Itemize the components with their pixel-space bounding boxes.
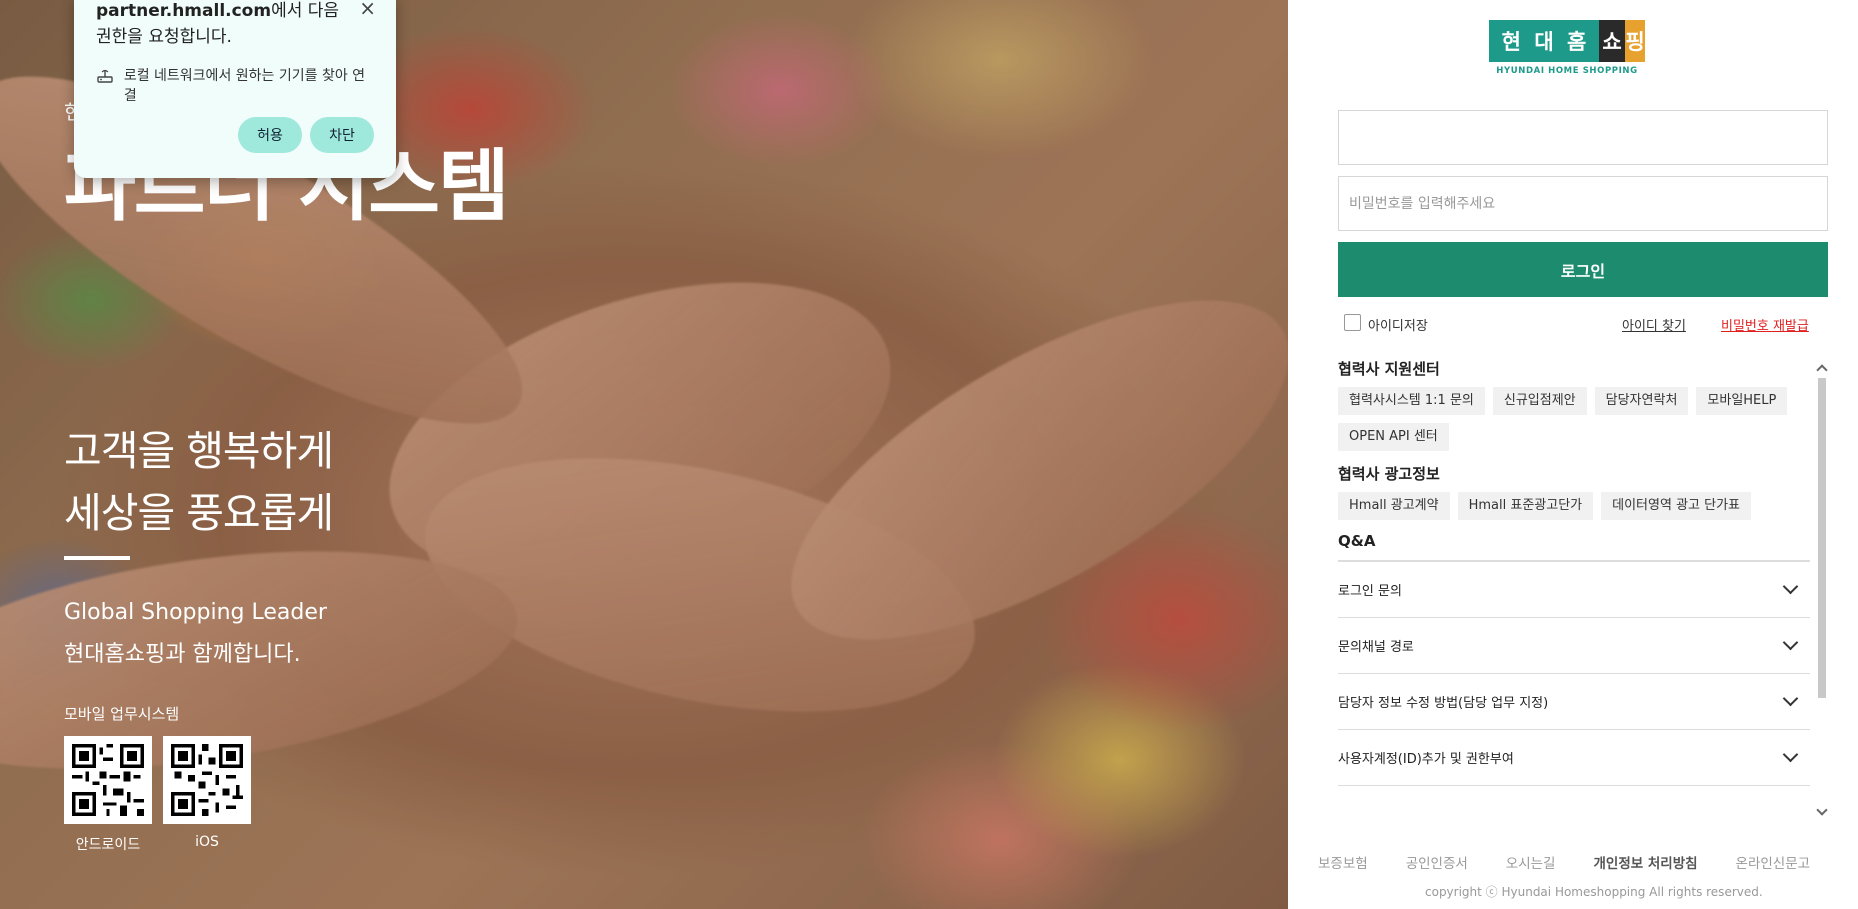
ads-tag-data-price[interactable]: 데이터영역 광고 단가표	[1601, 492, 1752, 520]
scrollbar[interactable]	[1816, 358, 1828, 818]
support-center-title: 협력사 지원센터	[1338, 360, 1440, 378]
chevron-down-icon	[1782, 746, 1799, 763]
scroll-down-icon[interactable]	[1816, 804, 1828, 816]
chevron-down-icon	[1782, 578, 1799, 595]
qa-item-label: 담당자 정보 수정 방법(담당 업무 지정)	[1338, 696, 1549, 711]
id-input[interactable]	[1338, 110, 1828, 165]
qa-item[interactable]: 로그인 문의	[1338, 562, 1810, 618]
popup-buttons: 허용 차단	[238, 117, 374, 153]
info-scroll-area[interactable]: 협력사 지원센터 협력사시스템 1:1 문의 신규입점제안 담당자연락처 모바일…	[1338, 358, 1810, 816]
slogan: 고객을 행복하게 세상을 풍요롭게	[64, 420, 334, 544]
logo-mark: 현 대 홈 쇼 핑	[1489, 20, 1645, 62]
permission-text: 로컬 네트워크에서 원하는 기기를 찾아 연결	[123, 68, 366, 104]
logo-green-part: 현 대 홈	[1489, 20, 1599, 62]
popup-domain: partner.hmall.com	[96, 1, 272, 21]
ads-tags: Hmall 광고계약 Hmall 표준광고단가 데이터영역 광고 단가표	[1338, 492, 1810, 520]
footer-link-report[interactable]: 온라인신문고	[1736, 852, 1811, 872]
reset-password-link[interactable]: 비밀번호 재발급	[1721, 315, 1809, 334]
support-tag-contacts[interactable]: 담당자연락처	[1594, 387, 1689, 415]
footer-link-guarantee[interactable]: 보증보험	[1318, 852, 1368, 872]
qr-ios[interactable]: iOS	[163, 736, 251, 850]
chevron-down-icon	[1782, 690, 1799, 707]
scrollbar-thumb[interactable]	[1818, 378, 1826, 698]
logo-char: 핑	[1625, 30, 1645, 54]
ads-tag-contract[interactable]: Hmall 광고계약	[1338, 492, 1450, 520]
footer-links: 보증보험 공인인증서 오시는길 개인정보 처리방침 온라인신문고	[1318, 852, 1848, 872]
qa-item-label: 사용자계정(ID)추가 및 권한부여	[1338, 752, 1514, 767]
ads-tag-standard-price[interactable]: Hmall 표준광고단가	[1457, 492, 1594, 520]
logo-dark-part: 쇼	[1599, 20, 1625, 62]
login-panel: 현 대 홈 쇼 핑 HYUNDAI HOME SHOPPING 로그인 아이디저…	[1288, 0, 1858, 909]
save-id-label[interactable]: 아이디저장	[1368, 315, 1428, 334]
block-button[interactable]: 차단	[310, 117, 374, 153]
password-input[interactable]	[1338, 176, 1828, 231]
permission-row: 로컬 네트워크에서 원하는 기기를 찾아 연결	[96, 66, 374, 106]
support-tag-inquiry[interactable]: 협력사시스템 1:1 문의	[1338, 387, 1485, 415]
footer-link-certificate[interactable]: 공인인증서	[1406, 852, 1468, 872]
qr-ios-label: iOS	[195, 834, 219, 850]
find-id-link[interactable]: 아이디 찾기	[1622, 315, 1686, 334]
qa-item-label: 문의채널 경로	[1338, 640, 1414, 655]
logo-char: 대	[1534, 30, 1554, 54]
footer-link-directions[interactable]: 오시는길	[1506, 852, 1556, 872]
qr-android-label: 안드로이드	[75, 837, 141, 853]
global-text: Global Shopping Leader 현대홈쇼핑과 함께합니다.	[64, 592, 327, 676]
support-tag-open-api[interactable]: OPEN API 센터	[1338, 423, 1449, 451]
permission-popup: partner.hmall.com에서 다음 권한을 요청합니다. × 로컬 네…	[74, 0, 396, 178]
popup-title: partner.hmall.com에서 다음 권한을 요청합니다.	[96, 0, 358, 50]
logo-subtitle: HYUNDAI HOME SHOPPING	[1496, 66, 1638, 76]
ads-info-title: 협력사 광고정보	[1338, 465, 1440, 483]
footer-link-privacy[interactable]: 개인정보 처리방침	[1593, 852, 1697, 872]
hyundai-logo[interactable]: 현 대 홈 쇼 핑 HYUNDAI HOME SHOPPING	[1489, 20, 1645, 76]
logo-orange-part: 핑	[1625, 20, 1645, 62]
qr-code-android-icon	[64, 736, 152, 824]
slogan-divider	[64, 556, 130, 560]
global-line-2: 현대홈쇼핑과 함께합니다.	[64, 642, 301, 667]
qa-item-label: 로그인 문의	[1338, 584, 1402, 599]
support-tag-mobile-help[interactable]: 모바일HELP	[1696, 387, 1788, 415]
support-tags: 협력사시스템 1:1 문의 신규입점제안 담당자연락처 모바일HELP OPEN…	[1338, 387, 1810, 451]
save-id-checkbox[interactable]	[1344, 314, 1361, 331]
logo-char: 쇼	[1602, 30, 1622, 54]
qa-item[interactable]: 담당자 정보 수정 방법(담당 업무 지정)	[1338, 674, 1810, 730]
qr-android[interactable]: 안드로이드	[64, 736, 152, 854]
mobile-system-title: 모바일 업무시스템	[64, 705, 180, 723]
allow-button[interactable]: 허용	[238, 117, 302, 153]
slogan-line-2: 세상을 풍요롭게	[64, 489, 334, 537]
global-line-1: Global Shopping Leader	[64, 600, 327, 625]
chevron-down-icon	[1782, 634, 1799, 651]
qa-item[interactable]: 문의채널 경로	[1338, 618, 1810, 674]
scroll-up-icon[interactable]	[1816, 364, 1828, 376]
copyright: copyright ⓒ Hyundai Homeshopping All rig…	[1425, 885, 1763, 899]
support-tag-new-proposal[interactable]: 신규입점제안	[1492, 387, 1587, 415]
qa-item[interactable]: 사용자계정(ID)추가 및 권한부여	[1338, 730, 1810, 786]
network-device-icon	[96, 68, 120, 90]
qa-title: Q&A	[1338, 532, 1810, 562]
login-options: 아이디저장 아이디 찾기 비밀번호 재발급	[1344, 313, 1828, 334]
close-icon[interactable]: ×	[359, 0, 376, 20]
login-button[interactable]: 로그인	[1338, 242, 1828, 297]
logo-char: 홈	[1566, 30, 1587, 54]
logo-char: 현	[1501, 30, 1521, 54]
qr-code-ios-icon	[163, 736, 251, 824]
slogan-line-1: 고객을 행복하게	[64, 427, 334, 475]
